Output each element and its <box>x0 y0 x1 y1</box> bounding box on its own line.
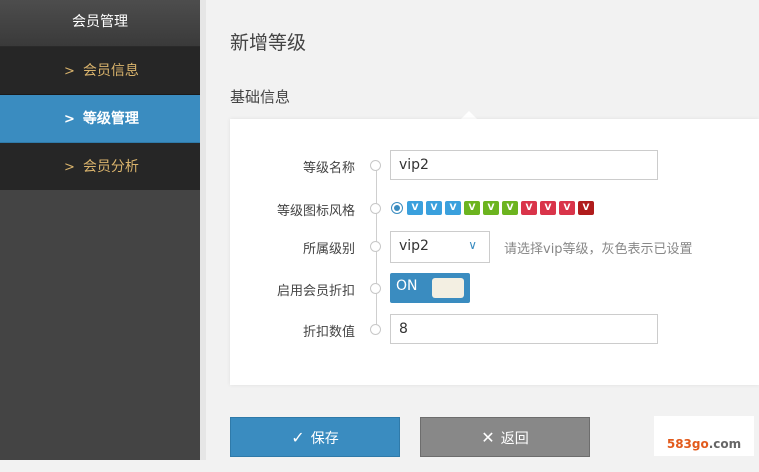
row-icon-style: 等级图标风格 VVVVVVVVVV <box>230 193 759 225</box>
section-title: 基础信息 <box>230 88 291 106</box>
sidebar-empty-area <box>0 190 200 460</box>
watermark: 583go.com <box>654 416 754 456</box>
enable-discount-label: 启用会员折扣 <box>276 284 355 299</box>
row-parent-level: 所属级别 vip2 ∨ 请选择vip等级，灰色表示已设置 <box>230 231 759 263</box>
timeline-dot <box>370 203 381 214</box>
timeline-dot <box>370 241 381 252</box>
parent-level-label: 所属级别 <box>302 242 355 257</box>
level-icon-green-2: V <box>483 201 499 215</box>
level-name-input[interactable]: vip2 <box>390 150 658 180</box>
level-icon-set[interactable]: VVVVVVVVVV <box>407 201 597 220</box>
chevron-right-icon: > <box>64 160 75 175</box>
row-discount-value: 折扣数值 8 <box>230 314 759 346</box>
discount-value-input[interactable]: 8 <box>390 314 658 344</box>
level-icon-darkred: V <box>578 201 594 215</box>
chevron-down-icon: ∨ <box>468 238 477 252</box>
row-enable-discount: 启用会员折扣 ON <box>230 273 759 305</box>
discount-toggle[interactable]: ON <box>390 273 470 303</box>
sidebar-item-member-info[interactable]: > 会员信息 <box>0 47 200 95</box>
sidebar-item-label: 等级管理 <box>82 111 139 127</box>
toggle-knob <box>432 278 464 298</box>
discount-value-label: 折扣数值 <box>302 325 355 340</box>
sidebar: 会员管理 > 会员信息 > 等级管理 > 会员分析 <box>0 0 200 460</box>
parent-level-select[interactable]: vip2 ∨ <box>390 231 490 263</box>
parent-level-hint: 请选择vip等级，灰色表示已设置 <box>504 242 693 257</box>
back-label: 返回 <box>500 431 529 447</box>
sidebar-header: 会员管理 <box>0 0 200 47</box>
watermark-suffix: .com <box>708 437 742 451</box>
level-icon-blue-2: V <box>426 201 442 215</box>
watermark-prefix: 583go <box>666 437 709 451</box>
level-icon-green-1: V <box>464 201 480 215</box>
row-level-name: 等级名称 vip2 <box>230 150 759 182</box>
timeline-dot <box>370 160 381 171</box>
timeline-dot <box>370 283 381 294</box>
close-icon: ✕ <box>481 428 495 447</box>
icon-style-label: 等级图标风格 <box>276 204 355 219</box>
chevron-right-icon: > <box>64 112 75 127</box>
icon-style-radio[interactable] <box>391 202 403 214</box>
level-icon-green-3: V <box>502 201 518 215</box>
form-card: 等级名称 vip2 等级图标风格 VVVVVVVVVV 所属级别 vip2 ∨ … <box>230 119 759 385</box>
main-content: 新增等级 基础信息 等级名称 vip2 等级图标风格 VVVVVVVVVV 所属… <box>206 0 759 460</box>
sidebar-item-label: 会员分析 <box>82 159 139 175</box>
select-value: vip2 <box>399 238 429 254</box>
check-icon: ✓ <box>291 428 305 447</box>
sidebar-item-label: 会员信息 <box>82 63 139 79</box>
level-name-label: 等级名称 <box>302 161 355 176</box>
level-icon-blue-3: V <box>445 201 461 215</box>
save-label: 保存 <box>310 431 339 447</box>
page-title: 新增等级 <box>230 32 307 54</box>
chevron-right-icon: > <box>64 64 75 79</box>
timeline-dot <box>370 324 381 335</box>
back-button[interactable]: ✕ 返回 <box>420 417 590 457</box>
level-icon-blue-1: V <box>407 201 423 215</box>
sidebar-item-member-analysis[interactable]: > 会员分析 <box>0 143 200 191</box>
level-icon-red-1: V <box>521 201 537 215</box>
sidebar-item-level-management[interactable]: > 等级管理 <box>0 95 200 143</box>
level-icon-red-3: V <box>559 201 575 215</box>
save-button[interactable]: ✓ 保存 <box>230 417 400 457</box>
toggle-state: ON <box>396 278 418 294</box>
level-icon-red-2: V <box>540 201 556 215</box>
